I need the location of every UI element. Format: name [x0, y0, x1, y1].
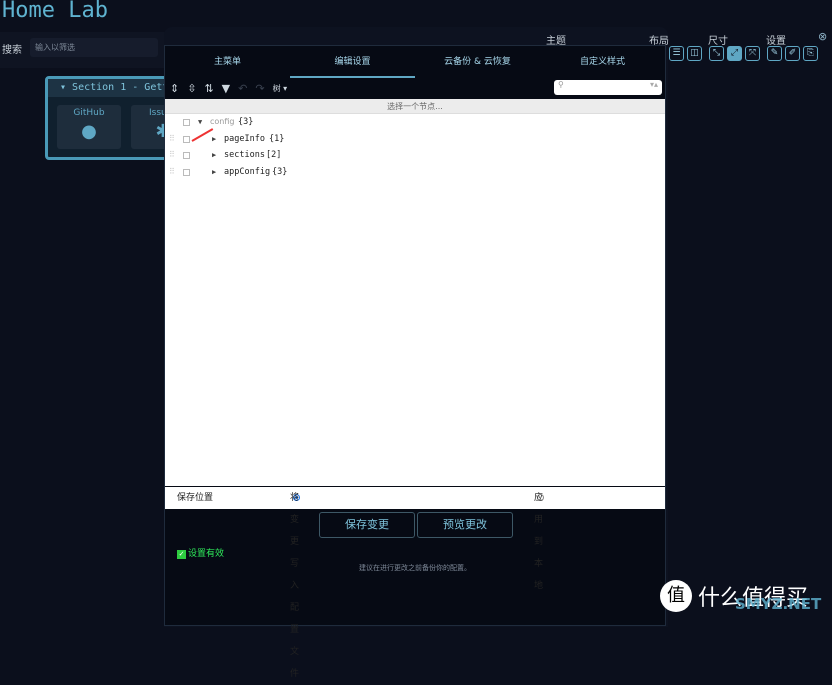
drag-handle-icon[interactable]: ⠿: [169, 164, 175, 181]
option-label: 将变更写入配置文件: [290, 493, 300, 679]
redo-icon[interactable]: ↷: [255, 82, 264, 95]
option-write-file[interactable]: 将变更写入配置文件: [290, 487, 300, 679]
node-key: pageInfo: [224, 133, 265, 144]
close-icon[interactable]: ⊗: [818, 30, 827, 43]
check-icon: ✓: [177, 550, 186, 559]
node-key: config: [210, 117, 235, 126]
json-tree: 选择一个节点... ▼ config {3} ⠿ ▶ pageInfo {1} ⠿ ▶ sec…: [165, 99, 665, 486]
node-checkbox[interactable]: [183, 152, 190, 159]
column-layout-icon[interactable]: ◫: [687, 46, 702, 61]
collapsed-icon[interactable]: ▶: [212, 147, 216, 164]
node-checkbox[interactable]: [183, 135, 190, 143]
drag-handle-icon[interactable]: ⠿: [169, 131, 175, 148]
tree-node-sections[interactable]: ⠿ ▶ sections [2]: [165, 147, 665, 164]
tree-node-config[interactable]: ▼ config {3}: [165, 114, 665, 131]
node-checkbox[interactable]: [183, 119, 190, 126]
node-key: appConfig: [224, 166, 271, 177]
node-count: [2]: [266, 150, 282, 160]
expanded-icon[interactable]: ▼: [198, 114, 202, 131]
tree-node-pageinfo[interactable]: ⠿ ▶ pageInfo {1}: [165, 131, 665, 148]
mode-select[interactable]: 树 ▾: [273, 83, 288, 94]
save-location-bar: 保存位置 将变更写入配置文件 应用到本地: [165, 487, 665, 679]
app-title: Home Lab: [2, 0, 108, 23]
size-medium-icon[interactable]: ⤢: [727, 46, 742, 61]
node-count: {3}: [272, 166, 288, 177]
search-icon: ⚲: [558, 80, 564, 89]
github-icon: ●: [81, 121, 97, 142]
drag-handle-icon[interactable]: ⠿: [169, 147, 175, 164]
tab-main-menu[interactable]: 主菜单: [165, 46, 290, 78]
undo-icon[interactable]: ↶: [238, 82, 247, 95]
valid-label: 设置有效: [188, 549, 225, 559]
section-title-text: Section 1 - Getting Started: [72, 82, 172, 93]
list-layout-icon[interactable]: ☰: [669, 46, 684, 61]
collapse-all-icon[interactable]: ⇳: [187, 82, 196, 95]
expand-all-icon[interactable]: ⇕: [170, 82, 179, 95]
mode-label: 树: [272, 84, 281, 93]
section-title[interactable]: ▾ Section 1 - Getting Started: [48, 79, 172, 97]
wrench-icon[interactable]: ✎: [767, 46, 782, 61]
preview-changes-button[interactable]: 预览更改: [417, 512, 513, 538]
node-count: {1}: [269, 133, 285, 144]
config-modal: 主菜单 编辑设置 云备份 & 云恢复 自定义样式 ⇕ ⇳ ⇅ ▼ ↶ ↷ 树 ▾…: [164, 45, 666, 679]
option-apply-local[interactable]: 应用到本地: [534, 487, 544, 591]
option-label: 应用到本地: [534, 493, 544, 591]
search-label: 搜索: [2, 45, 22, 56]
size-small-icon[interactable]: ⤡: [709, 46, 724, 61]
watermark-logo-mark: 值: [660, 580, 692, 612]
collapsed-icon[interactable]: ▶: [212, 164, 216, 181]
tree-node-appconfig[interactable]: ⠿ ▶ appConfig {3}: [165, 164, 665, 181]
size-label: 尺寸: [708, 36, 728, 47]
size-large-icon[interactable]: ⤧: [745, 46, 760, 61]
tab-cloud-backup[interactable]: 云备份 & 云恢复: [415, 46, 540, 78]
node-checkbox[interactable]: [183, 168, 190, 176]
filter-icon[interactable]: ▼: [222, 82, 230, 95]
search-nav-icon[interactable]: ▾▴: [650, 80, 658, 89]
watermark-overlay: SMYZ.NET: [735, 595, 822, 613]
sort-icon[interactable]: ⇅: [204, 82, 213, 95]
tree-search-input[interactable]: ⚲ ▾▴: [554, 80, 662, 95]
node-key: sections: [224, 150, 265, 160]
pen-icon[interactable]: ✐: [785, 46, 800, 61]
save-changes-button[interactable]: 保存变更: [319, 512, 415, 538]
tile-github[interactable]: GitHub ●: [57, 105, 121, 149]
node-count: {3}: [238, 117, 254, 127]
tree-status: 选择一个节点...: [165, 99, 665, 114]
tile-label: GitHub: [73, 108, 105, 118]
section-card: ▾ Section 1 - Getting Started GitHub● Is…: [45, 76, 195, 160]
backup-hint: 建议在进行更改之前备份你的配置。: [359, 564, 471, 572]
config-valid-status: ✓ 设置有效: [177, 546, 224, 559]
settings-label: 设置: [766, 36, 786, 47]
tab-edit-config[interactable]: 编辑设置: [290, 46, 415, 78]
save-location-label: 保存位置: [177, 493, 214, 503]
editor-toolbar: ⇕ ⇳ ⇅ ▼ ↶ ↷ 树 ▾ ⚲ ▾▴: [165, 78, 665, 99]
copy-icon[interactable]: ⎘: [803, 46, 818, 61]
search-input[interactable]: 输入以筛选: [30, 38, 158, 57]
collapsed-icon[interactable]: ▶: [212, 131, 216, 148]
tab-custom-style[interactable]: 自定义样式: [540, 46, 665, 78]
